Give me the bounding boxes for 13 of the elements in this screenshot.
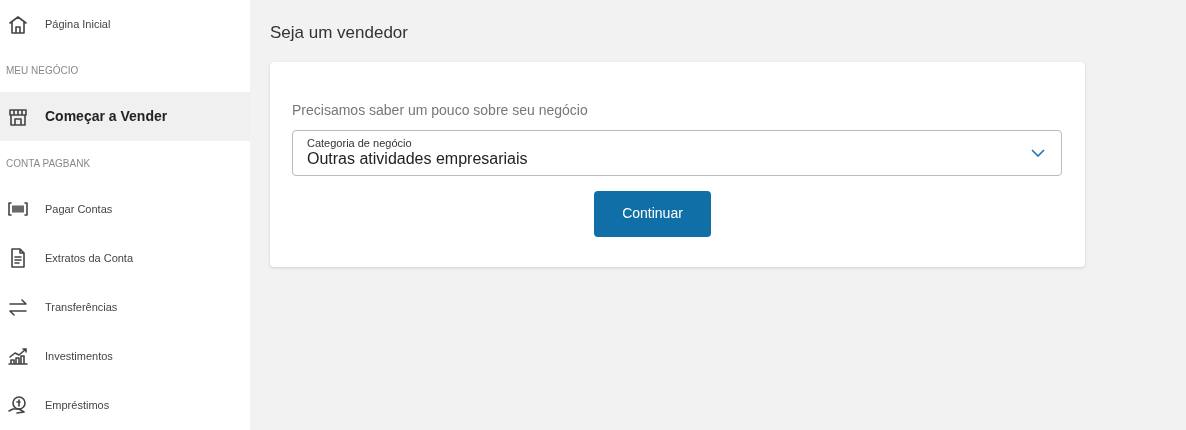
continue-button[interactable]: Continuar (594, 190, 711, 237)
house-icon (7, 13, 29, 36)
sidebar-item[interactable]: Começar a Vender (0, 92, 250, 142)
growth-chart-icon (7, 345, 29, 368)
page-title: Seja um vendedor (270, 22, 409, 44)
section-header: MEU NEGÓCIO (6, 63, 79, 79)
category-select[interactable]: Categoria de negócio Outras atividades empresariais (292, 129, 1062, 176)
arrows-icon (7, 296, 29, 319)
chevron-down-icon (1031, 148, 1045, 157)
select-value: Outras atividades empresariais (307, 149, 529, 169)
form-prompt: Precisamos saber um pouco sobre seu negócio (292, 100, 589, 120)
section-header: CONTA PAGBANK (6, 156, 91, 171)
select-label: Categoria de negócio (307, 136, 413, 149)
